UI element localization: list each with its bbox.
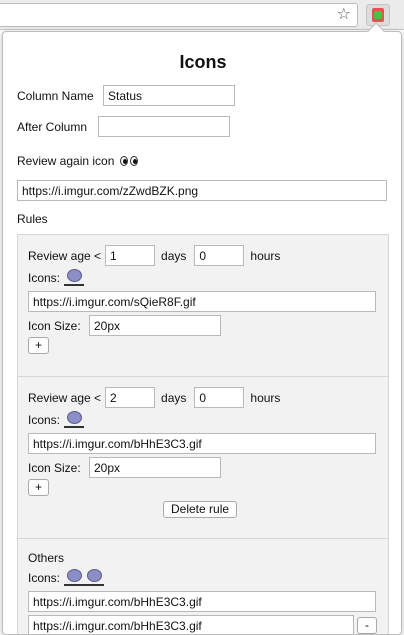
icon-size-label: Icon Size: bbox=[28, 318, 81, 333]
rules-heading: Rules bbox=[17, 212, 48, 226]
icon-size-input[interactable] bbox=[89, 457, 221, 478]
after-column-label: After Column bbox=[17, 119, 88, 134]
delete-rule-button[interactable]: Delete rule bbox=[163, 501, 238, 518]
browser-toolbar: ☆ bbox=[0, 0, 404, 30]
icon-url-input[interactable] bbox=[28, 291, 376, 312]
review-age-label: Review age < bbox=[28, 248, 102, 263]
icons-label: Icons: bbox=[28, 270, 61, 285]
days-label: days bbox=[161, 248, 187, 263]
days-input[interactable] bbox=[105, 245, 156, 266]
review-again-label: Review again icon bbox=[17, 154, 115, 168]
blob-icon bbox=[64, 411, 85, 428]
rule-card: Review age < days hours Icons: Icon Size… bbox=[17, 376, 389, 560]
extension-icon bbox=[372, 8, 384, 22]
hours-label: hours bbox=[250, 390, 281, 405]
star-icon[interactable]: ☆ bbox=[337, 6, 351, 24]
add-icon-button[interactable]: + bbox=[28, 479, 50, 496]
blob-icon bbox=[64, 569, 85, 586]
rule-card: Review age < days hours Icons: Icon Size… bbox=[17, 234, 389, 398]
days-label: days bbox=[161, 390, 187, 405]
after-column-input[interactable] bbox=[98, 116, 230, 137]
extension-popup: Icons Column Name After Column Review ag… bbox=[2, 31, 402, 635]
days-input[interactable] bbox=[105, 387, 156, 408]
blob-icon bbox=[84, 569, 105, 586]
popup-title: Icons bbox=[179, 52, 227, 72]
icon-url-input[interactable] bbox=[28, 591, 376, 612]
blob-icon bbox=[64, 269, 85, 286]
hours-label: hours bbox=[250, 248, 281, 263]
add-icon-button[interactable]: + bbox=[28, 337, 50, 354]
icons-label: Icons: bbox=[28, 570, 61, 585]
column-name-input[interactable] bbox=[103, 85, 235, 106]
icon-size-input[interactable] bbox=[89, 315, 221, 336]
icon-url-input[interactable] bbox=[28, 433, 376, 454]
address-bar[interactable]: ☆ bbox=[0, 3, 358, 27]
review-age-label: Review age < bbox=[28, 390, 102, 405]
extension-button[interactable] bbox=[366, 4, 390, 26]
icon-size-label: Icon Size: bbox=[28, 460, 81, 475]
remove-icon-button[interactable]: - bbox=[357, 617, 377, 634]
column-name-label: Column Name bbox=[17, 88, 94, 103]
icons-label: Icons: bbox=[28, 412, 61, 427]
review-again-url-input[interactable] bbox=[17, 180, 387, 201]
others-heading: Others bbox=[28, 551, 65, 565]
eyes-icon bbox=[120, 156, 139, 166]
icon-url-input[interactable] bbox=[28, 615, 354, 634]
others-card: Others Icons: - bbox=[17, 538, 389, 634]
hours-input[interactable] bbox=[194, 387, 245, 408]
hours-input[interactable] bbox=[194, 245, 245, 266]
